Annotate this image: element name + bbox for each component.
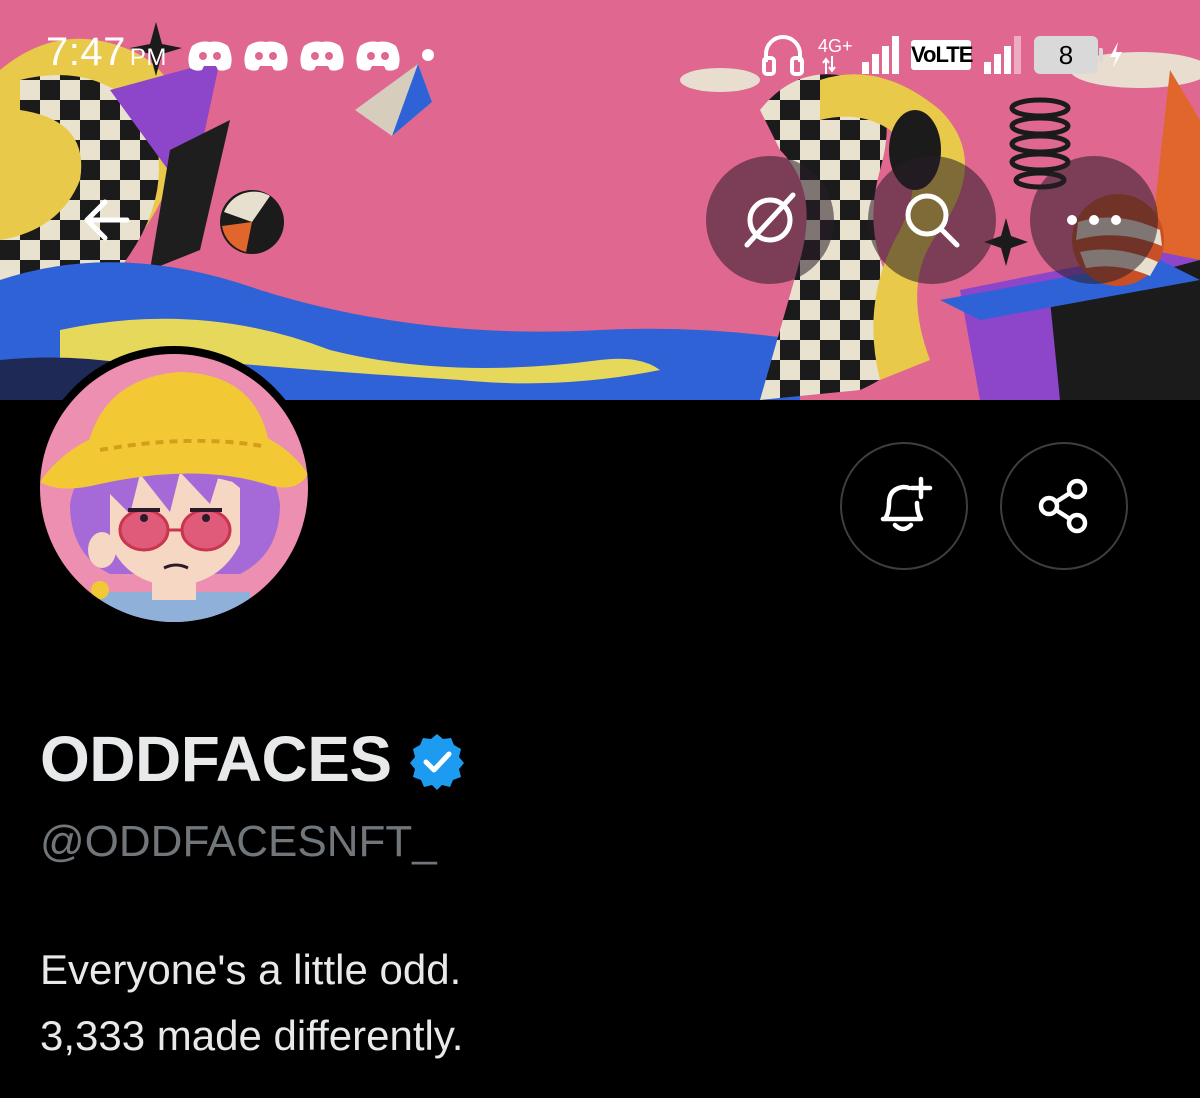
more-options-button[interactable]	[1030, 156, 1158, 284]
signal-strength-icon	[862, 36, 899, 74]
bio-line: Everyone's a little odd.	[40, 946, 462, 993]
bio-line: 3,333 made differently.	[40, 1012, 464, 1059]
profile-avatar[interactable]	[32, 346, 316, 630]
notification-icons	[186, 40, 402, 74]
status-ampm: PM	[129, 44, 167, 71]
battery-nub	[1099, 48, 1103, 62]
status-time: 7:47 PM	[46, 30, 167, 75]
charging-bolt-icon	[1110, 42, 1122, 68]
headphones-icon	[762, 35, 804, 76]
share-button[interactable]	[1000, 442, 1128, 570]
display-name-row: ODDFACES	[40, 722, 466, 796]
signal-strength-2-icon	[984, 36, 1021, 74]
grok-icon	[744, 192, 796, 248]
status-bar: 7:47 PM 4G+ VoLTE 8	[0, 0, 1200, 110]
data-arrows-icon	[822, 56, 836, 74]
notifications-button[interactable]	[840, 442, 968, 570]
discord-icon	[188, 41, 232, 71]
search-icon	[905, 193, 960, 248]
volte-badge: VoLTE	[911, 40, 973, 70]
more-notifications-dot-icon	[422, 49, 434, 61]
arrow-left-icon	[84, 199, 130, 241]
search-button[interactable]	[868, 156, 996, 284]
status-clock: 7:47	[46, 30, 126, 74]
display-name: ODDFACES	[40, 723, 392, 795]
profile-banner[interactable]: 7:47 PM 4G+ VoLTE 8	[0, 0, 1200, 400]
profile-bio: Everyone's a little odd. 3,333 made diff…	[40, 937, 463, 1069]
grok-button[interactable]	[706, 156, 834, 284]
discord-icon	[300, 41, 344, 71]
more-icon	[1067, 215, 1121, 225]
share-icon	[1038, 478, 1088, 534]
verified-badge-icon[interactable]	[408, 732, 466, 790]
avatar-image	[40, 354, 308, 622]
user-handle: @ODDFACESNFT_	[40, 817, 437, 866]
network-type: 4G+	[818, 36, 853, 56]
discord-icon	[244, 41, 288, 71]
back-button[interactable]	[74, 190, 138, 250]
bell-plus-icon	[880, 476, 933, 532]
discord-icon	[356, 41, 400, 71]
battery-level: 8	[1034, 36, 1098, 74]
